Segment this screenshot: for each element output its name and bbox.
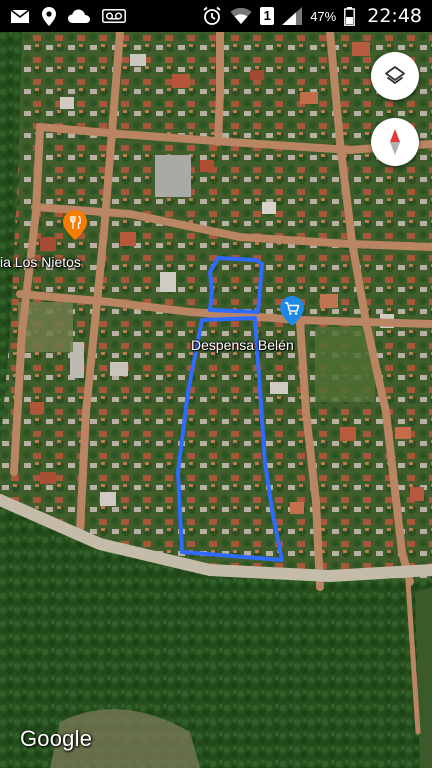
store-label[interactable]: Despensa Belén <box>191 337 294 353</box>
cloud-icon <box>68 9 90 23</box>
location-pin-icon <box>42 6 56 26</box>
battery-percent: 47% <box>310 8 337 24</box>
status-bar-notifications <box>10 6 126 26</box>
satellite-map[interactable]: ia Los Nietos Despensa Belén Google <box>0 32 432 768</box>
satellite-imagery[interactable] <box>0 32 432 768</box>
compass-button[interactable] <box>371 118 419 166</box>
restaurant-label[interactable]: ia Los Nietos <box>0 254 81 270</box>
google-attribution: Google <box>20 726 93 751</box>
layers-icon <box>383 64 407 88</box>
layers-button[interactable] <box>371 52 419 100</box>
clock: 22:48 <box>367 5 422 27</box>
status-bar: 1 47% 22:48 <box>0 0 432 32</box>
compass-icon <box>384 128 406 156</box>
signal-icon <box>282 7 303 25</box>
battery-icon <box>344 6 356 26</box>
mail-icon <box>10 8 30 24</box>
restaurant-pin-icon[interactable] <box>63 210 87 240</box>
shopping-cart-pin-icon[interactable] <box>280 296 304 326</box>
sim-icon: 1 <box>260 7 275 25</box>
status-bar-system: 1 47% 22:48 <box>202 5 422 27</box>
wifi-icon <box>230 7 252 25</box>
voicemail-icon <box>102 9 126 23</box>
alarm-icon <box>202 6 222 26</box>
